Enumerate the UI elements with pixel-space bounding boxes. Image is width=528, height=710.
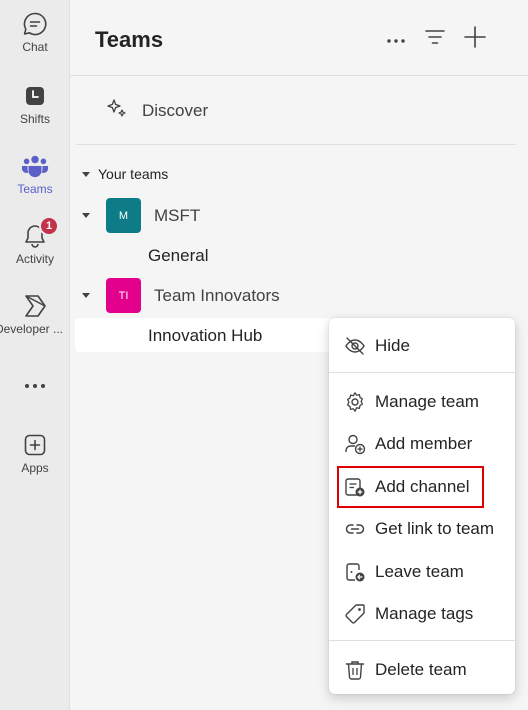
rail-item-activity[interactable]: 1 Activity bbox=[0, 216, 70, 266]
more-options-icon bbox=[387, 30, 405, 48]
channel-item-general[interactable]: General bbox=[148, 246, 208, 266]
panel-header: Teams bbox=[70, 0, 528, 76]
rail-item-label: Teams bbox=[17, 182, 53, 196]
rail-item-label: Developer ... bbox=[0, 322, 64, 336]
menu-item-add-member[interactable]: Add member bbox=[329, 426, 515, 462]
leave-team-icon bbox=[344, 561, 366, 583]
menu-item-manage-team[interactable]: Manage team bbox=[329, 384, 515, 420]
menu-item-delete-team[interactable]: Delete team bbox=[329, 652, 515, 688]
menu-item-label: Leave team bbox=[375, 562, 464, 581]
rail-item-label: Chat bbox=[22, 40, 48, 54]
menu-item-label: Add member bbox=[375, 434, 473, 453]
menu-item-label: Manage tags bbox=[375, 604, 474, 623]
rail-item-chat[interactable]: Chat bbox=[0, 10, 70, 54]
chevron-down-icon bbox=[82, 213, 90, 218]
team-row-team-innovators[interactable]: TI Team Innovators bbox=[82, 278, 280, 313]
menu-item-label: Hide bbox=[375, 336, 410, 355]
highlight-box bbox=[337, 466, 484, 508]
team-name: Team Innovators bbox=[154, 285, 280, 305]
rail-item-label: Activity bbox=[15, 252, 54, 266]
add-apps-icon bbox=[21, 431, 49, 459]
tag-icon bbox=[344, 603, 366, 625]
menu-item-label: Get link to team bbox=[375, 519, 495, 538]
hide-eye-icon bbox=[344, 335, 366, 357]
rail-item-teams[interactable]: Teams bbox=[0, 152, 70, 196]
teams-icon bbox=[21, 152, 49, 180]
page-title: Teams bbox=[95, 27, 164, 52]
gear-icon bbox=[344, 391, 366, 413]
more-options-button[interactable] bbox=[382, 25, 410, 53]
sparkle-icon bbox=[106, 98, 128, 125]
divider bbox=[76, 144, 516, 145]
discover-item[interactable]: Discover bbox=[106, 95, 208, 127]
add-icon bbox=[464, 25, 486, 53]
team-row-msft[interactable]: M MSFT bbox=[82, 198, 200, 233]
filter-button[interactable] bbox=[421, 25, 449, 53]
rail-item-more[interactable] bbox=[0, 372, 70, 400]
app-rail: Chat Shifts Teams 1 Activity Developer .… bbox=[0, 0, 70, 710]
shifts-icon bbox=[21, 82, 49, 110]
team-avatar: M bbox=[106, 198, 141, 233]
bell-icon: 1 bbox=[21, 216, 59, 250]
rail-item-label: Shifts bbox=[19, 112, 50, 126]
chat-icon bbox=[21, 10, 49, 38]
developer-portal-icon bbox=[21, 292, 49, 320]
menu-item-leave-team[interactable]: Leave team bbox=[329, 554, 515, 590]
trash-icon bbox=[344, 659, 366, 681]
rail-item-label: Apps bbox=[21, 461, 49, 475]
activity-badge: 1 bbox=[39, 216, 59, 236]
rail-item-developer-portal[interactable]: Developer ... bbox=[0, 292, 64, 336]
menu-item-label: Manage team bbox=[375, 392, 479, 411]
menu-item-get-link[interactable]: Get link to team bbox=[329, 511, 515, 547]
menu-item-label: Delete team bbox=[375, 660, 467, 679]
filter-icon bbox=[425, 29, 445, 50]
rail-item-apps[interactable]: Apps bbox=[0, 431, 70, 475]
your-teams-header[interactable]: Your teams bbox=[82, 166, 168, 182]
chevron-down-icon bbox=[82, 293, 90, 298]
add-team-button[interactable] bbox=[461, 25, 489, 53]
more-icon bbox=[21, 372, 49, 400]
chevron-down-icon bbox=[82, 171, 90, 177]
link-icon bbox=[344, 518, 366, 540]
section-label: Your teams bbox=[98, 166, 169, 182]
channel-item-innovation-hub[interactable]: Innovation Hub bbox=[148, 326, 262, 346]
menu-divider bbox=[329, 640, 515, 641]
discover-label: Discover bbox=[142, 101, 209, 120]
team-name: MSFT bbox=[154, 205, 201, 225]
menu-item-hide[interactable]: Hide bbox=[329, 328, 515, 364]
rail-item-shifts[interactable]: Shifts bbox=[0, 82, 70, 126]
menu-item-manage-tags[interactable]: Manage tags bbox=[329, 596, 515, 632]
team-avatar: TI bbox=[106, 278, 141, 313]
menu-divider bbox=[329, 372, 515, 373]
add-member-icon bbox=[344, 433, 366, 455]
